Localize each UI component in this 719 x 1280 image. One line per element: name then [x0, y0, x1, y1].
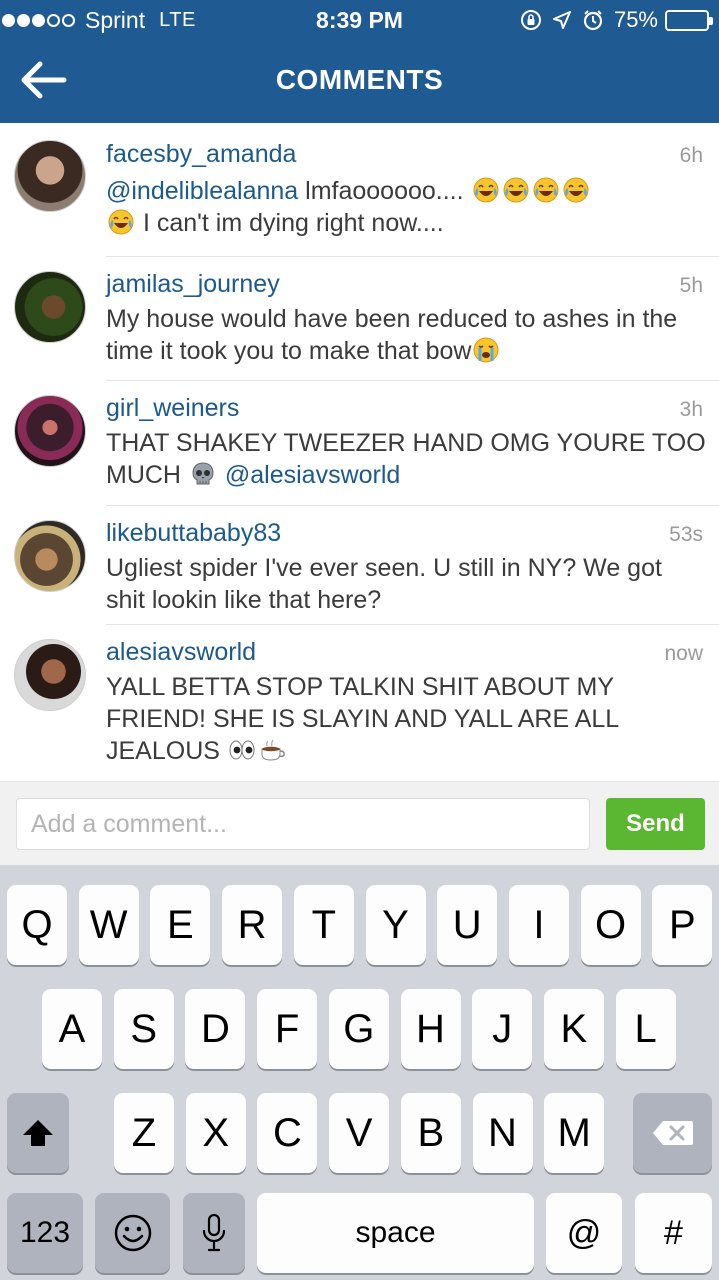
- avatar[interactable]: [14, 395, 86, 467]
- comment-item: girl_weiners 3h THAT SHAKEY TWEEZER HAND…: [0, 381, 719, 506]
- crying-laughing-emoji: [472, 176, 500, 204]
- comment-text: My house would have been reduced to ashe…: [106, 303, 706, 367]
- crying-laughing-emoji: [532, 176, 560, 204]
- comment-time: now: [664, 642, 703, 665]
- numbers-key[interactable]: 123: [7, 1193, 83, 1273]
- comment-time: 5h: [679, 274, 703, 297]
- comment-mention[interactable]: @alesiavsworld: [225, 461, 400, 489]
- comment-item: likebuttababy83 53s Ugliest spider I've …: [0, 506, 719, 625]
- comment-item: alesiavsworld now YALL BETTA STOP TALKIN…: [0, 625, 719, 781]
- comment-time: 53s: [669, 523, 703, 546]
- key-b[interactable]: B: [400, 1093, 461, 1173]
- key-c[interactable]: C: [257, 1093, 318, 1173]
- status-bar: Sprint LTE 8:39 PM 75%: [0, 0, 719, 40]
- key-p[interactable]: P: [652, 885, 713, 965]
- key-x[interactable]: X: [185, 1093, 246, 1173]
- status-right: 75%: [520, 6, 713, 34]
- skull-emoji: [189, 460, 217, 488]
- keyboard: 123 space @ # QWERTYUIOP ASDFGHJKL ZXCVBNM: [0, 865, 719, 1280]
- crying-laughing-emoji: [502, 176, 530, 204]
- delete-key[interactable]: [633, 1093, 712, 1173]
- emoji-key[interactable]: [95, 1193, 170, 1273]
- comment-text-part: YALL BETTA STOP TALKIN SHIT ABOUT MY FRI…: [106, 673, 619, 765]
- comment-text-part: My house would have been reduced to ashe…: [106, 305, 678, 365]
- comment-item: facesby_amanda 6h @indeliblealanna lmfao…: [0, 123, 719, 257]
- comment-composer: Send: [0, 781, 719, 865]
- key-r[interactable]: R: [222, 885, 283, 965]
- key-v[interactable]: V: [329, 1093, 390, 1173]
- comment-username[interactable]: jamilas_journey: [106, 270, 280, 299]
- hash-key[interactable]: #: [635, 1193, 712, 1273]
- comment-input[interactable]: [16, 798, 590, 850]
- eyes-emoji: [228, 736, 256, 764]
- key-a[interactable]: A: [42, 989, 102, 1069]
- coffee-emoji: [258, 736, 286, 764]
- key-w[interactable]: W: [78, 885, 139, 965]
- battery-percent: 75%: [613, 7, 658, 32]
- page-title: COMMENTS: [275, 64, 444, 95]
- key-h[interactable]: H: [400, 989, 461, 1069]
- key-k[interactable]: K: [543, 989, 604, 1069]
- at-key[interactable]: @: [546, 1193, 622, 1273]
- shift-icon: [23, 1120, 53, 1146]
- loudly-crying-emoji: [472, 336, 500, 364]
- delete-icon: [652, 1121, 693, 1145]
- key-n[interactable]: N: [472, 1093, 533, 1173]
- comment-text: @indeliblealanna lmfaoooooo.... I can't …: [106, 175, 706, 239]
- comment-text: YALL BETTA STOP TALKIN SHIT ABOUT MY FRI…: [106, 671, 706, 767]
- rotation-lock-icon: [520, 9, 542, 31]
- comment-username[interactable]: alesiavsworld: [106, 638, 256, 667]
- comment-username[interactable]: facesby_amanda: [106, 140, 296, 169]
- space-key[interactable]: space: [257, 1193, 534, 1273]
- key-j[interactable]: J: [472, 989, 533, 1069]
- battery-icon: [665, 9, 713, 31]
- comment-username[interactable]: likebuttababy83: [106, 519, 281, 548]
- location-arrow-icon: [552, 10, 572, 30]
- shift-key[interactable]: [7, 1093, 69, 1173]
- comment-time: 6h: [679, 144, 703, 167]
- microphone-icon: [202, 1213, 226, 1252]
- key-s[interactable]: S: [113, 989, 174, 1069]
- key-f[interactable]: F: [257, 989, 318, 1069]
- key-i[interactable]: I: [508, 885, 569, 965]
- alarm-icon: [582, 9, 604, 31]
- key-e[interactable]: E: [150, 885, 211, 965]
- key-q[interactable]: Q: [7, 885, 67, 965]
- key-d[interactable]: D: [185, 989, 246, 1069]
- comment-username[interactable]: girl_weiners: [106, 394, 239, 423]
- avatar[interactable]: [14, 639, 86, 711]
- send-button[interactable]: Send: [606, 798, 705, 850]
- comments-list[interactable]: facesby_amanda 6h @indeliblealanna lmfao…: [0, 123, 719, 781]
- nav-bar: COMMENTS: [0, 40, 719, 123]
- comment-text-part: lmfaoooooo....: [298, 177, 471, 205]
- comment-time: 3h: [679, 398, 703, 421]
- dictation-key[interactable]: [183, 1193, 245, 1273]
- emoji-keyboard-icon: [114, 1214, 151, 1252]
- key-l[interactable]: L: [615, 989, 676, 1069]
- key-t[interactable]: T: [293, 885, 354, 965]
- comment-text: THAT SHAKEY TWEEZER HAND OMG YOURE TOO M…: [106, 427, 706, 491]
- crying-laughing-emoji: [107, 208, 135, 236]
- app-header: Sprint LTE 8:39 PM 75% COMMENTS: [0, 0, 719, 123]
- key-g[interactable]: G: [328, 989, 389, 1069]
- key-m[interactable]: M: [544, 1093, 605, 1173]
- key-y[interactable]: Y: [365, 885, 426, 965]
- key-u[interactable]: U: [437, 885, 498, 965]
- comment-item: jamilas_journey 5h My house would have b…: [0, 257, 719, 381]
- avatar[interactable]: [14, 140, 86, 212]
- comment-mention[interactable]: @indeliblealanna: [106, 177, 298, 205]
- comment-text: Ugliest spider I've ever seen. U still i…: [106, 554, 662, 614]
- avatar[interactable]: [14, 520, 86, 592]
- crying-laughing-emoji: [562, 176, 590, 204]
- comment-text-part: I can't im dying right now....: [136, 209, 444, 237]
- key-z[interactable]: Z: [114, 1093, 174, 1173]
- avatar[interactable]: [14, 271, 86, 343]
- key-o[interactable]: O: [580, 885, 641, 965]
